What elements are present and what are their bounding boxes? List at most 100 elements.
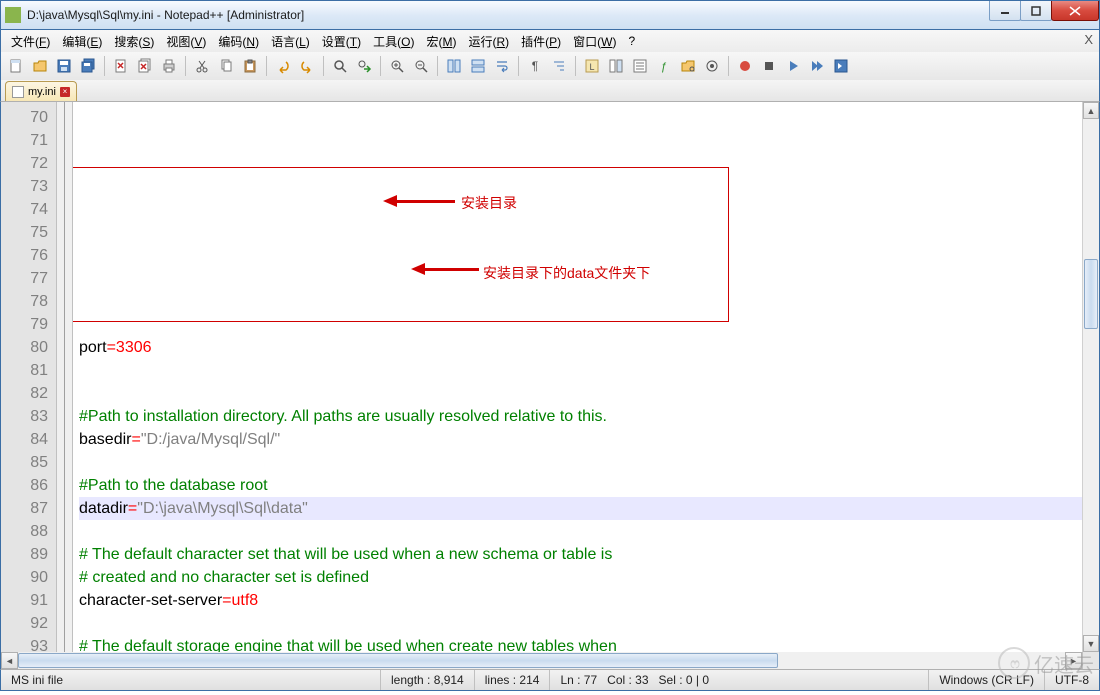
indent-guide-icon[interactable]: [548, 55, 570, 77]
save-macro-icon[interactable]: [830, 55, 852, 77]
print-icon[interactable]: [158, 55, 180, 77]
find-icon[interactable]: [329, 55, 351, 77]
menu-item[interactable]: 工具(O): [367, 31, 420, 52]
statusbar: MS ini file length : 8,914 lines : 214 L…: [0, 669, 1100, 691]
line-number: 74: [1, 198, 56, 221]
menu-item[interactable]: 文件(F): [5, 31, 56, 52]
hscroll-track[interactable]: [18, 652, 1065, 669]
save-icon[interactable]: [53, 55, 75, 77]
scroll-down-icon[interactable]: ▼: [1083, 635, 1099, 652]
code-line[interactable]: datadir="D:\java\Mysql\Sql\data": [79, 497, 1082, 520]
menu-item[interactable]: 设置(T): [316, 31, 367, 52]
status-filetype: MS ini file: [1, 670, 381, 690]
tab-close-icon[interactable]: ×: [60, 87, 70, 97]
zoom-in-icon[interactable]: [386, 55, 408, 77]
status-encoding: UTF-8: [1045, 670, 1099, 690]
open-file-icon[interactable]: [29, 55, 51, 77]
ud-lang-icon[interactable]: L: [581, 55, 603, 77]
doc-list-icon[interactable]: [629, 55, 651, 77]
stop-record-icon[interactable]: [758, 55, 780, 77]
close-button[interactable]: [1051, 1, 1099, 21]
annotation-text-2: 安装目录下的data文件夹下: [483, 262, 650, 285]
minimize-button[interactable]: [989, 1, 1021, 21]
code-line[interactable]: # created and no character set is define…: [79, 566, 1082, 589]
menu-item[interactable]: 语言(L): [265, 31, 316, 52]
folder-ws-icon[interactable]: [677, 55, 699, 77]
code-line[interactable]: character-set-server=utf8: [79, 589, 1082, 612]
vscroll-thumb[interactable]: [1084, 259, 1098, 329]
show-all-chars-icon[interactable]: ¶: [524, 55, 546, 77]
hscroll-thumb[interactable]: [18, 653, 778, 668]
menu-item[interactable]: 插件(P): [515, 31, 567, 52]
maximize-button[interactable]: [1020, 1, 1052, 21]
code-area[interactable]: 安装目录 安装目录下的data文件夹下 port=3306#Path to in…: [73, 102, 1082, 652]
line-number: 76: [1, 244, 56, 267]
func-list-icon[interactable]: ƒ: [653, 55, 675, 77]
code-line[interactable]: basedir="D:/java/Mysql/Sql/": [79, 428, 1082, 451]
menu-item[interactable]: 窗口(W): [567, 31, 622, 52]
line-number: 80: [1, 336, 56, 359]
line-number: 89: [1, 543, 56, 566]
scroll-up-icon[interactable]: ▲: [1083, 102, 1099, 119]
annotation-arrow-2: [411, 268, 438, 360]
copy-icon[interactable]: [215, 55, 237, 77]
code-line[interactable]: [79, 612, 1082, 635]
line-number: 73: [1, 175, 56, 198]
doc-map-icon[interactable]: [605, 55, 627, 77]
record-icon[interactable]: [734, 55, 756, 77]
replace-icon[interactable]: [353, 55, 375, 77]
menu-item[interactable]: 视图(V): [160, 31, 212, 52]
line-number: 88: [1, 520, 56, 543]
window-title: D:\java\Mysql\Sql\my.ini - Notepad++ [Ad…: [27, 8, 1095, 22]
zoom-out-icon[interactable]: [410, 55, 432, 77]
play-icon[interactable]: [782, 55, 804, 77]
tabbar: my.ini ×: [0, 80, 1100, 102]
code-line[interactable]: port=3306: [79, 336, 1082, 359]
scroll-right-icon[interactable]: ►: [1065, 652, 1082, 669]
code-line[interactable]: [79, 382, 1082, 405]
code-line[interactable]: # The default character set that will be…: [79, 543, 1082, 566]
mdi-close-icon[interactable]: X: [1084, 32, 1093, 47]
sync-h-icon[interactable]: [467, 55, 489, 77]
svg-text:L: L: [589, 62, 594, 72]
code-line[interactable]: #Path to the database root: [79, 474, 1082, 497]
line-number: 87: [1, 497, 56, 520]
code-line[interactable]: [79, 359, 1082, 382]
file-tab[interactable]: my.ini ×: [5, 81, 77, 101]
menu-item[interactable]: 搜索(S): [108, 31, 160, 52]
save-all-icon[interactable]: [77, 55, 99, 77]
paste-icon[interactable]: [239, 55, 261, 77]
play-multi-icon[interactable]: [806, 55, 828, 77]
line-number: 83: [1, 405, 56, 428]
undo-icon[interactable]: [272, 55, 294, 77]
line-number: 71: [1, 129, 56, 152]
sync-v-icon[interactable]: [443, 55, 465, 77]
cut-icon[interactable]: [191, 55, 213, 77]
line-number: 85: [1, 451, 56, 474]
toolbar: ¶ L ƒ: [0, 52, 1100, 80]
code-line[interactable]: [79, 520, 1082, 543]
line-number: 86: [1, 474, 56, 497]
vscroll-track[interactable]: [1083, 119, 1099, 635]
line-number: 91: [1, 589, 56, 612]
code-line[interactable]: [79, 451, 1082, 474]
monitor-icon[interactable]: [701, 55, 723, 77]
menu-item[interactable]: 编辑(E): [56, 31, 108, 52]
close-all-icon[interactable]: [134, 55, 156, 77]
code-line[interactable]: #Path to installation directory. All pat…: [79, 405, 1082, 428]
redo-icon[interactable]: [296, 55, 318, 77]
line-number: 78: [1, 290, 56, 313]
status-eol: Windows (CR LF): [929, 670, 1045, 690]
close-file-icon[interactable]: [110, 55, 132, 77]
wrap-icon[interactable]: [491, 55, 513, 77]
menu-item[interactable]: 运行(R): [462, 31, 515, 52]
scroll-corner: [1082, 652, 1099, 669]
menu-item[interactable]: 编码(N): [212, 31, 265, 52]
vertical-scrollbar[interactable]: ▲ ▼: [1082, 102, 1099, 652]
code-line[interactable]: # The default storage engine that will b…: [79, 635, 1082, 652]
horizontal-scrollbar[interactable]: ◄ ►: [1, 652, 1082, 669]
fold-margin: [57, 102, 73, 652]
menu-item[interactable]: 宏(M): [420, 31, 462, 52]
menu-item[interactable]: ?: [622, 32, 641, 50]
new-file-icon[interactable]: [5, 55, 27, 77]
